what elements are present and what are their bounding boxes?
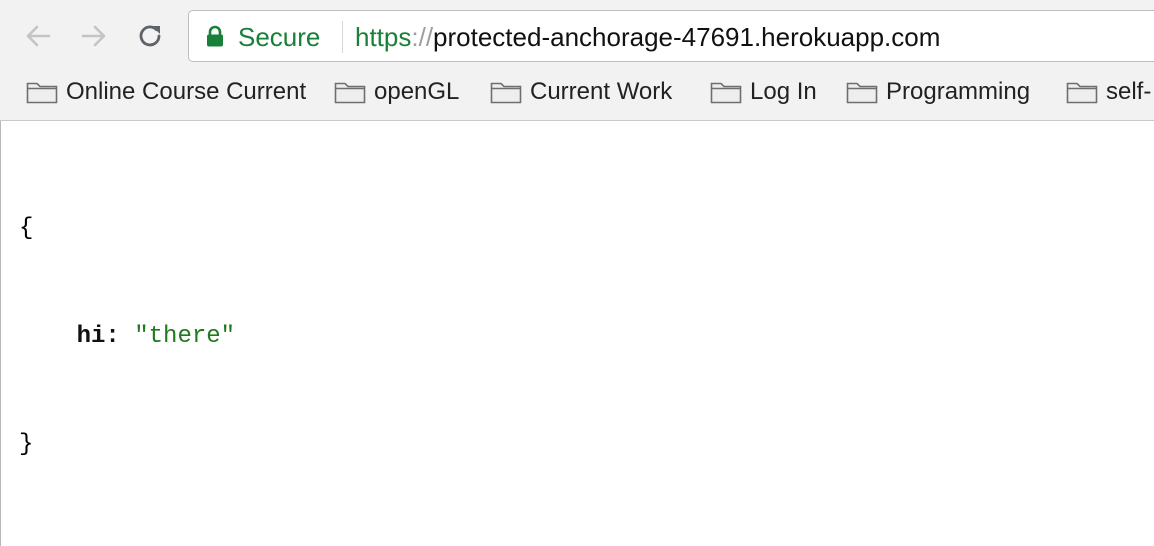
browser-chrome: Secure https://protected-anchorage-47691… (0, 0, 1154, 121)
back-arrow-icon (26, 25, 51, 47)
json-viewer: { hi: "there" } (19, 139, 235, 535)
bookmark-label: Online Course Current (66, 78, 307, 105)
bookmark-online-course-current[interactable]: Online Course Current (26, 76, 320, 108)
forward-arrow-icon (81, 25, 106, 47)
folder-icon (846, 82, 878, 104)
bookmark-label: self- (1106, 78, 1152, 105)
omnibox-divider (342, 21, 343, 53)
bookmark-opengl[interactable]: openGL (334, 76, 459, 108)
bookmark-label: openGL (374, 78, 460, 105)
url-separator: :// (411, 22, 434, 52)
address-bar[interactable]: Secure https://protected-anchorage-47691… (188, 10, 1154, 62)
lock-icon (207, 25, 223, 47)
folder-icon (334, 82, 366, 104)
forward-button[interactable] (76, 18, 112, 54)
reload-icon (139, 25, 161, 47)
json-colon: : (105, 323, 120, 350)
json-key: hi (76, 323, 106, 350)
bookmark-label: Current Work (530, 78, 673, 105)
json-open-brace: { (19, 215, 34, 242)
page-content: { hi: "there" } (0, 121, 1154, 546)
json-string-value: "there" (134, 323, 236, 350)
reload-button[interactable] (132, 18, 168, 54)
json-close-brace: } (19, 431, 34, 458)
folder-icon (26, 82, 58, 104)
url-text[interactable]: https://protected-anchorage-47691.heroku… (355, 21, 940, 53)
bookmarks-bar: Online Course Current openGL Current Wor… (0, 72, 1154, 112)
bookmark-label: Programming (886, 78, 1031, 105)
folder-icon (710, 82, 742, 104)
url-scheme: https (355, 22, 412, 52)
bookmark-label: Log In (750, 78, 817, 105)
url-host: protected-anchorage-47691.herokuapp.com (433, 22, 941, 52)
json-entry: hi: "there" (19, 319, 235, 355)
secure-label[interactable]: Secure (238, 21, 320, 53)
bookmark-log-in[interactable]: Log In (710, 76, 817, 108)
bookmark-self[interactable]: self- (1066, 76, 1151, 108)
folder-icon (1066, 82, 1098, 104)
browser-toolbar: Secure https://protected-anchorage-47691… (0, 0, 1154, 72)
bookmark-programming[interactable]: Programming (846, 76, 1030, 108)
folder-icon (490, 82, 522, 104)
back-button[interactable] (20, 18, 56, 54)
bookmark-current-work[interactable]: Current Work (490, 76, 672, 108)
